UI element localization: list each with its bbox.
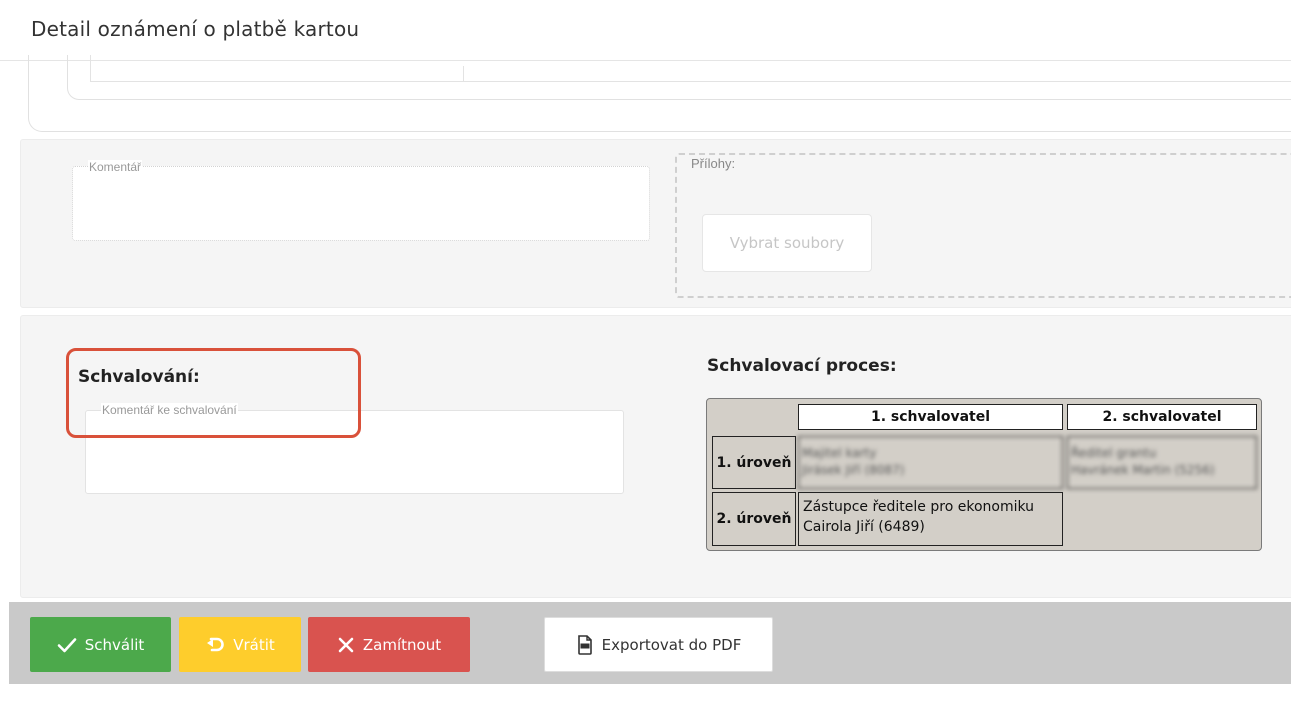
approver-cell: Zástupce ředitele pro ekonomiku Cairola … [798,492,1063,546]
approver-name: Havránek Martin (5256) [1071,463,1215,477]
attachments-label: Přílohy: [691,156,736,171]
approver-cell-empty [1067,492,1257,546]
process-heading: Schvalovací proces: [707,356,897,376]
check-icon [57,637,77,653]
return-button[interactable]: Vrátit [179,617,301,672]
approver-role: Zástupce ředitele pro ekonomiku [803,499,1035,515]
return-label: Vrátit [233,635,275,654]
comment-label: Komentář [88,160,143,174]
form-field-row [90,55,1291,82]
approver-name: Cairola Jiří (6489) [803,519,925,535]
export-label: Exportovat do PDF [601,635,742,654]
approve-label: Schválit [84,635,145,654]
reject-button[interactable]: Zamítnout [308,617,470,672]
column-header-approver-1: 1. schvalovatel [798,404,1063,430]
approver-role: Majitel karty [802,446,877,460]
row-header-level-1: 1. úroveň [712,436,796,489]
approver-role: Ředitel grantu [1071,446,1157,460]
form-field-divider [463,66,464,81]
export-pdf-button[interactable]: Exportovat do PDF [544,617,773,672]
approve-button[interactable]: Schválit [30,617,171,672]
row-header-level-2: 2. úroveň [712,492,796,546]
approver-cell: Majitel karty Jirásek Jiří (8087) [798,436,1063,489]
approver-cell: Ředitel grantu Havránek Martin (5256) [1067,436,1257,489]
close-icon [337,636,355,654]
undo-icon [205,636,225,654]
approver-name: Jirásek Jiří (8087) [802,463,905,477]
pdf-icon [576,634,594,655]
highlight-annotation [66,348,361,438]
column-header-approver-2: 2. schvalovatel [1067,404,1257,430]
reject-label: Zamítnout [362,635,442,654]
page-title: Detail oznámení o platbě kartou [31,17,360,41]
comment-input[interactable] [72,166,650,241]
choose-files-button[interactable]: Vybrat soubory [702,214,872,272]
approval-process-table: 1. schvalovatel 2. schvalovatel 1. úrove… [706,398,1262,551]
